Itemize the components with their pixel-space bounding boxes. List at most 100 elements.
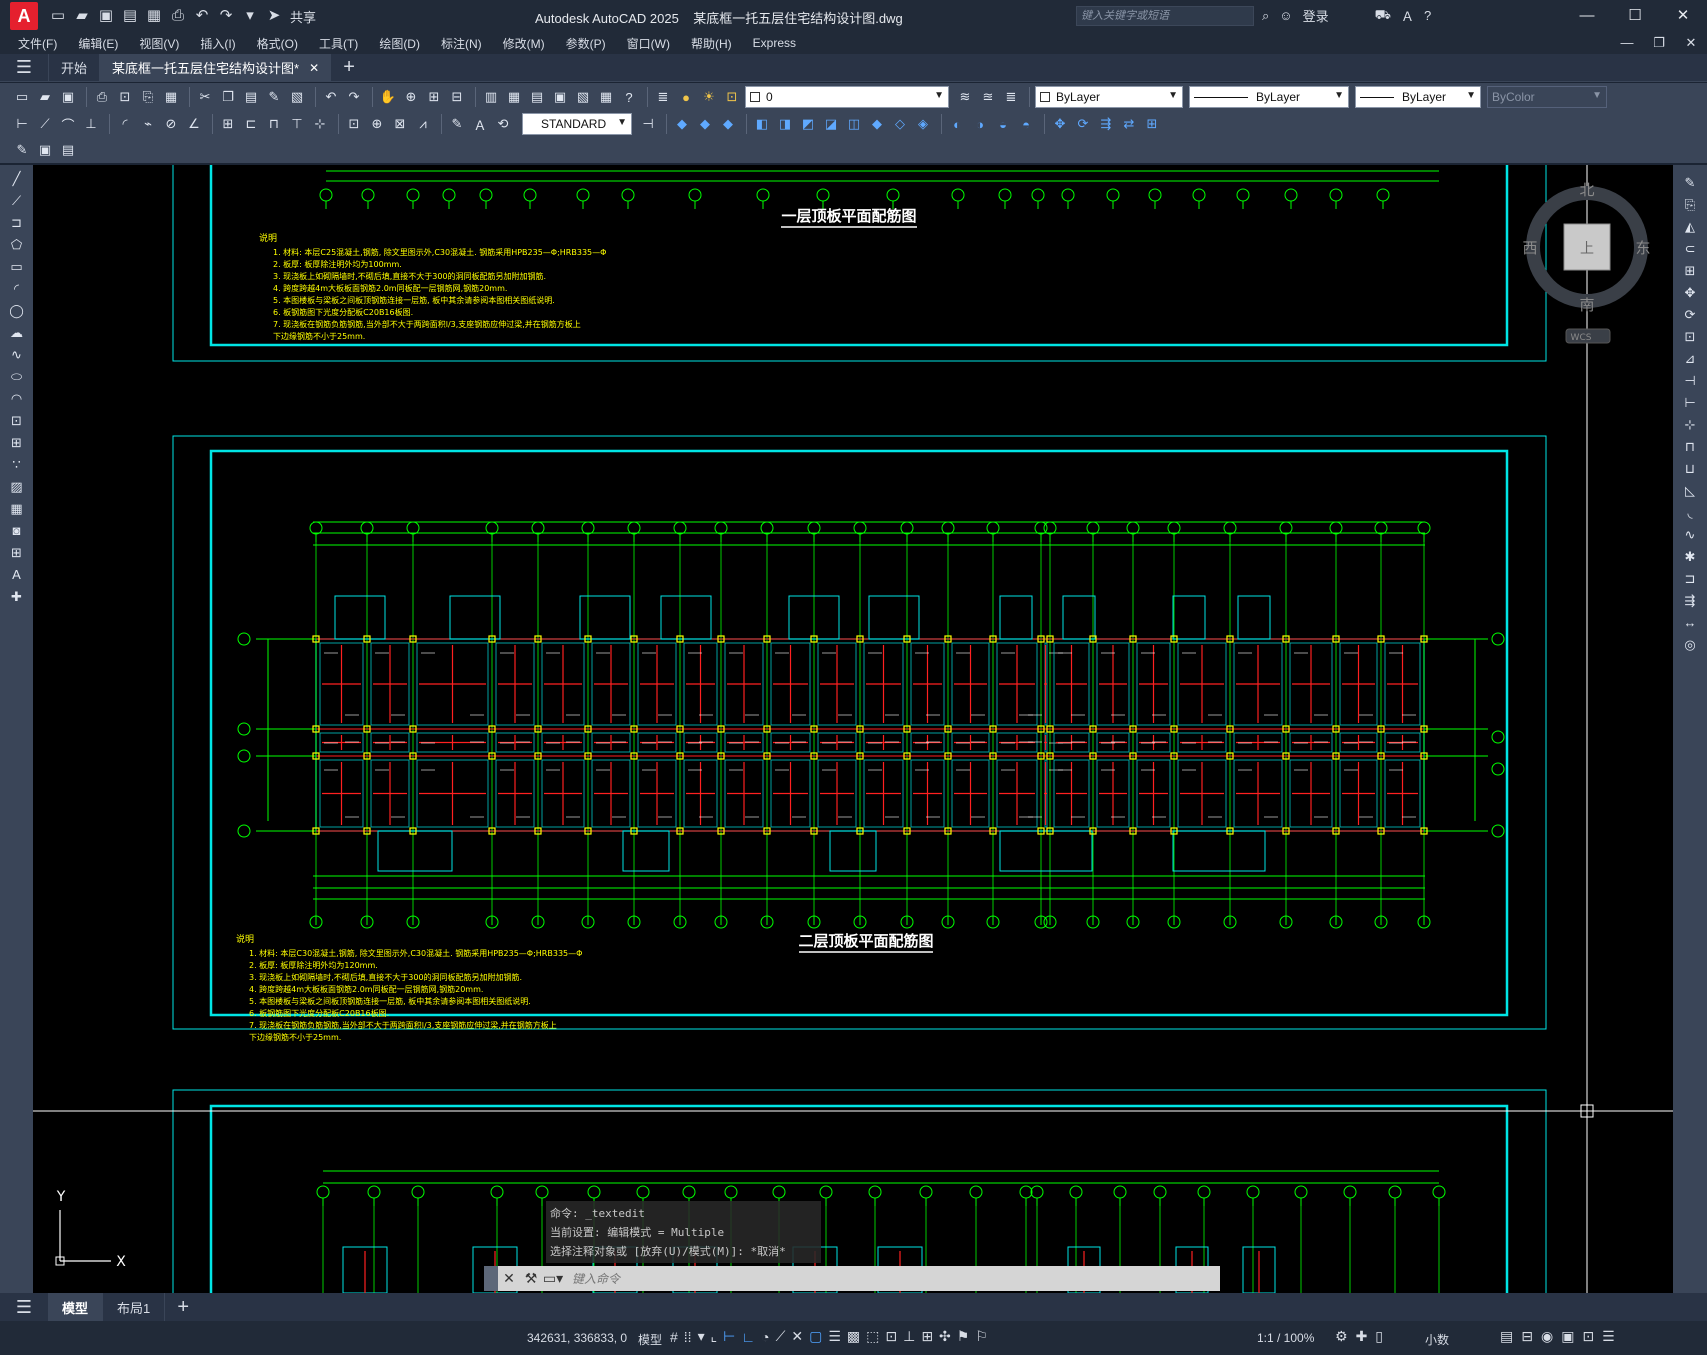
interfere-icon[interactable]: ◑ — [970, 114, 990, 134]
model-space-toggle[interactable]: 模型 — [638, 1331, 662, 1348]
open-icon[interactable]: ▰ — [35, 87, 55, 107]
block-editor-icon[interactable]: ▧ — [287, 87, 307, 107]
linetype-dropdown[interactable]: ByLayer ▼ — [1189, 86, 1349, 108]
menu-view[interactable]: 视图(V) — [139, 35, 179, 52]
intersect-icon[interactable]: ◈ — [913, 114, 933, 134]
layer-properties-icon[interactable]: ≣ — [653, 87, 673, 107]
tab-close-icon[interactable]: ✕ — [309, 61, 319, 75]
dim-update-icon[interactable]: ⟲ — [493, 114, 513, 134]
zoom-window-icon[interactable]: ⊞ — [424, 87, 444, 107]
layer-states-icon[interactable]: ≣ — [1001, 87, 1021, 107]
move-icon[interactable]: ✥ — [1681, 283, 1699, 303]
subtract-icon[interactable]: ◇ — [890, 114, 910, 134]
recent-commands-icon[interactable]: ▭▾ — [542, 1270, 564, 1287]
menu-draw[interactable]: 绘图(D) — [379, 35, 420, 52]
dynamic-ucs-icon[interactable]: ⊥ — [903, 1328, 915, 1345]
isodraft-icon[interactable]: ⟋ — [776, 1328, 786, 1345]
doc-close-icon[interactable]: ✕ — [1675, 32, 1707, 54]
drawing-svg[interactable]: 一层顶板平面配筋图 说明 1. 材料: 本层C25混凝土,钢筋, 除文里图示外,… — [33, 165, 1673, 1293]
boolean-icon[interactable]: ◎ — [1681, 635, 1699, 655]
viewcube-north[interactable]: 北 — [1579, 181, 1594, 199]
help-icon[interactable]: ? — [1424, 8, 1431, 23]
break-icon[interactable]: ⊓ — [1681, 437, 1699, 457]
grid-icon[interactable]: # — [670, 1329, 678, 1345]
paste-icon[interactable]: ▤ — [241, 87, 261, 107]
blend-icon[interactable]: ∿ — [1681, 525, 1699, 545]
dim-jogged-icon[interactable]: ⌁ — [138, 114, 158, 134]
region-icon[interactable]: ◙ — [8, 521, 26, 541]
dynamic-input-icon[interactable]: ⊢ — [723, 1328, 735, 1345]
tolerance-icon[interactable]: ⊡ — [344, 114, 364, 134]
polyline-icon[interactable]: ⊐ — [8, 213, 26, 233]
match-properties-icon[interactable]: ✎ — [264, 87, 284, 107]
table-icon[interactable]: ⊞ — [8, 543, 26, 563]
plot-preview-icon[interactable]: ⊡ — [115, 87, 135, 107]
annotation-monitor-icon[interactable]: ✚ — [1356, 1328, 1368, 1345]
ortho-icon[interactable]: ∟ — [741, 1329, 755, 1345]
revcloud-icon[interactable]: ☁ — [8, 323, 26, 343]
explode-icon[interactable]: ✱ — [1681, 547, 1699, 567]
snap-icon[interactable]: ⁞⁞ — [684, 1329, 692, 1345]
annotation-visibility-icon[interactable]: ⚑ — [957, 1328, 970, 1345]
undo-icon[interactable]: ↶ — [321, 87, 341, 107]
cut-icon[interactable]: ✂ — [195, 87, 215, 107]
dim-angular-icon[interactable]: ∠ — [184, 114, 204, 134]
tool-palettes-icon[interactable]: ▤ — [527, 87, 547, 107]
dim-ordinate-icon[interactable]: ⊥ — [81, 114, 101, 134]
user-icon[interactable]: ☺ — [1279, 8, 1292, 23]
dim-space-icon[interactable]: ⊤ — [287, 114, 307, 134]
section-plane-icon[interactable]: ◒ — [993, 114, 1013, 134]
viewcube-west[interactable]: 西 — [1522, 239, 1537, 257]
save-as-icon[interactable]: ▤ — [120, 6, 140, 26]
presspull-icon[interactable]: ◫ — [844, 114, 864, 134]
gizmo-icon[interactable]: ✣ — [939, 1328, 951, 1345]
menu-parametric[interactable]: 参数(P) — [566, 35, 606, 52]
dim-baseline-icon[interactable]: ⊏ — [241, 114, 261, 134]
infer-constraints-icon[interactable]: ⌞ — [711, 1328, 718, 1345]
polygon-icon[interactable]: ⬠ — [8, 235, 26, 255]
dim-text-edit-icon[interactable]: Ａ — [470, 114, 490, 134]
qnew-icon[interactable]: ▭ — [12, 87, 32, 107]
doc-minimize-icon[interactable]: — — [1611, 32, 1643, 54]
publish-icon[interactable]: ▦ — [144, 6, 164, 26]
dim-continue-icon[interactable]: ⊓ — [264, 114, 284, 134]
copy-object-icon[interactable]: ⎘ — [1681, 195, 1699, 215]
menu-tools[interactable]: 工具(T) — [319, 35, 358, 52]
menu-dimension[interactable]: 标注(N) — [441, 35, 482, 52]
point-icon[interactable]: ∵ — [8, 455, 26, 475]
login-button[interactable]: 登录 — [1303, 6, 1329, 25]
autocad-logo[interactable]: A — [10, 2, 38, 30]
trim-icon[interactable]: ⊣ — [1681, 371, 1699, 391]
revolve-icon[interactable]: ◨ — [775, 114, 795, 134]
quick-properties-icon[interactable]: ▤ — [1500, 1328, 1513, 1345]
tab-document[interactable]: 某底框一托五层住宅结构设计图* ✕ — [99, 54, 332, 81]
hamburger-menu-icon[interactable]: ☰ — [0, 54, 48, 81]
publish-icon[interactable]: ⎘ — [138, 87, 158, 107]
color-dropdown[interactable]: ByLayer ▼ — [1035, 86, 1183, 108]
sheet-set-icon[interactable]: ▣ — [550, 87, 570, 107]
lineweight-icon[interactable]: ☰ — [828, 1328, 841, 1345]
union-icon[interactable]: ◆ — [867, 114, 887, 134]
ellipse-icon[interactable]: ⬭ — [8, 367, 26, 387]
arc-icon[interactable]: ◜ — [8, 279, 26, 299]
layout-menu-icon[interactable]: ☰ — [0, 1297, 48, 1318]
solid-wedge-icon[interactable]: ◆ — [695, 114, 715, 134]
doc-restore-icon[interactable]: ❐ — [1643, 32, 1675, 54]
gradient-icon[interactable]: ▦ — [8, 499, 26, 519]
selection-filter-icon[interactable]: ⊞ — [921, 1328, 933, 1345]
make-block-icon[interactable]: ⊞ — [8, 433, 26, 453]
plot-icon[interactable]: ⎙ — [92, 87, 112, 107]
chamfer-icon[interactable]: ◺ — [1681, 481, 1699, 501]
redo-icon[interactable]: ↷ — [344, 87, 364, 107]
annotation-scale[interactable]: 1:1 / 100% — [1257, 1331, 1314, 1345]
open-file-icon[interactable]: ▰ — [72, 6, 92, 26]
command-input[interactable]: 键入命令 — [572, 1270, 620, 1287]
viewcube-east[interactable]: 东 — [1635, 239, 1650, 257]
autodesk-app-icon[interactable]: Ａ — [1401, 6, 1414, 25]
erase-icon[interactable]: ✎ — [1681, 173, 1699, 193]
tab-start[interactable]: 开始 — [48, 54, 99, 81]
fillet-icon[interactable]: ◟ — [1681, 503, 1699, 523]
coordinates-readout[interactable]: 342631, 336833, 0 — [527, 1331, 627, 1345]
dim-aligned-icon[interactable]: ⟋ — [35, 114, 55, 134]
zoom-previous-icon[interactable]: ⊟ — [447, 87, 467, 107]
